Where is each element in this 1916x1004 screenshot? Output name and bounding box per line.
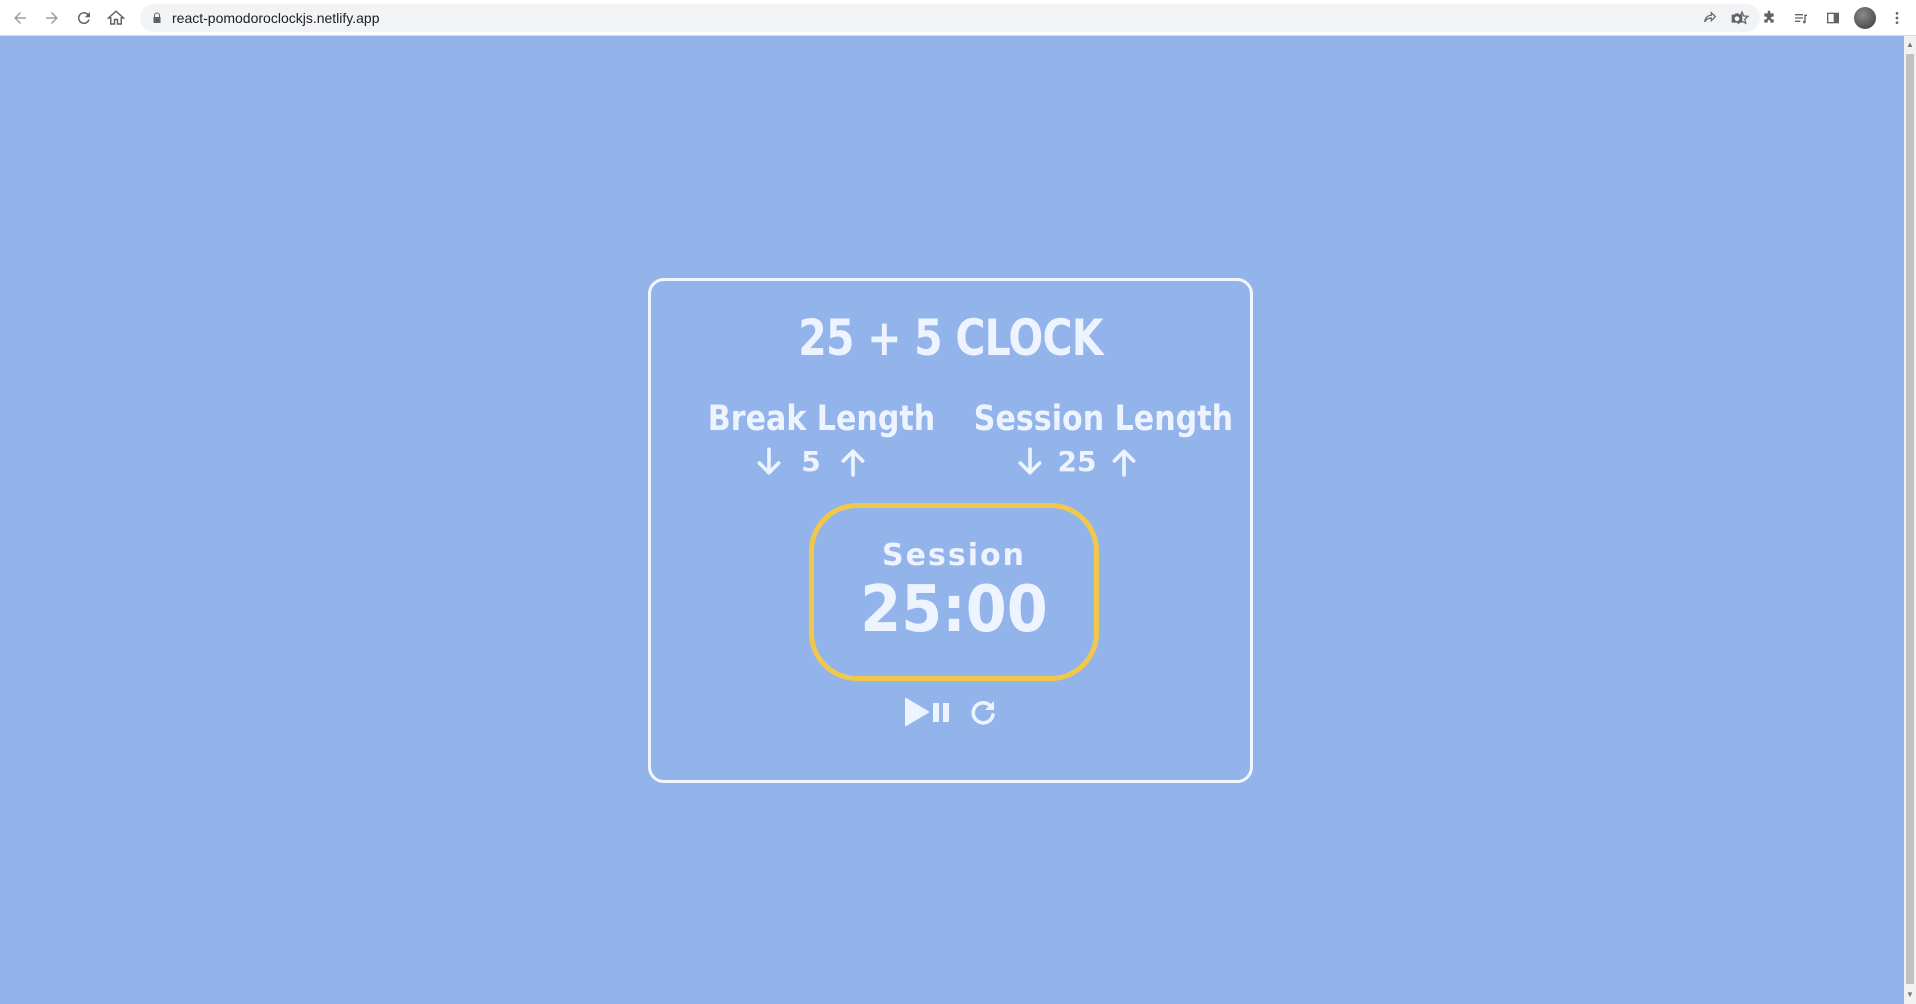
start-stop-button[interactable] — [904, 695, 954, 729]
camera-icon[interactable] — [1726, 7, 1748, 29]
scroll-thumb[interactable] — [1906, 54, 1914, 984]
scroll-up-arrow-icon[interactable]: ▲ — [1906, 40, 1914, 50]
arrow-up-icon — [841, 448, 865, 477]
url-text: react-pomodoroclockjs.netlify.app — [172, 10, 380, 26]
play-pause-icon — [904, 698, 949, 726]
reload-button[interactable] — [68, 2, 100, 34]
arrow-down-icon — [757, 446, 781, 475]
timer-controls — [651, 695, 1250, 729]
arrow-up-icon — [1113, 448, 1136, 477]
arrow-down-icon — [1018, 446, 1041, 475]
refresh-icon — [971, 701, 995, 725]
page-scrollbar[interactable]: ▲ ▼ — [1904, 36, 1916, 1004]
session-label: Session Length — [973, 399, 1234, 439]
forward-button[interactable] — [36, 2, 68, 34]
reset-button[interactable] — [968, 695, 998, 729]
timer-display: Session 25:00 — [809, 503, 1099, 681]
break-label: Break Length — [707, 399, 936, 439]
profile-avatar[interactable] — [1854, 7, 1876, 29]
clock-container: 25 + 5 CLOCK Break Length 5 Session Leng… — [648, 278, 1253, 783]
break-length-control: Break Length 5 — [691, 399, 936, 478]
avatar — [1854, 7, 1876, 29]
break-length-value: 5 — [801, 445, 821, 478]
break-decrement-button[interactable] — [755, 446, 783, 477]
home-icon — [107, 9, 125, 25]
session-decrement-button[interactable] — [1016, 446, 1044, 477]
time-left: 25:00 — [860, 573, 1048, 647]
break-increment-button[interactable] — [839, 447, 867, 477]
side-panel-icon[interactable] — [1822, 7, 1844, 29]
session-length-control: Session Length 25 — [957, 399, 1234, 478]
home-button[interactable] — [100, 2, 132, 34]
scroll-down-arrow-icon[interactable]: ▼ — [1906, 990, 1914, 1000]
session-increment-button[interactable] — [1110, 447, 1138, 477]
reload-icon — [77, 11, 90, 24]
extensions-puzzle-icon[interactable] — [1758, 7, 1780, 29]
share-icon[interactable] — [1700, 8, 1720, 28]
app-title: 25 + 5 CLOCK — [798, 309, 1103, 367]
session-controls: 25 — [957, 445, 1197, 478]
lock-icon — [150, 11, 164, 25]
browser-menu-icon[interactable] — [1886, 7, 1908, 29]
forward-arrow-icon — [46, 11, 58, 24]
timer-label: Session — [882, 538, 1026, 573]
address-bar[interactable]: react-pomodoroclockjs.netlify.app — [140, 4, 1760, 32]
back-arrow-icon — [14, 11, 26, 24]
break-controls: 5 — [691, 445, 931, 478]
extensions-area — [1726, 2, 1916, 34]
browser-toolbar: react-pomodoroclockjs.netlify.app — [0, 0, 1916, 36]
reading-list-icon[interactable] — [1790, 7, 1812, 29]
back-button[interactable] — [4, 2, 36, 34]
session-length-value: 25 — [1057, 445, 1097, 478]
